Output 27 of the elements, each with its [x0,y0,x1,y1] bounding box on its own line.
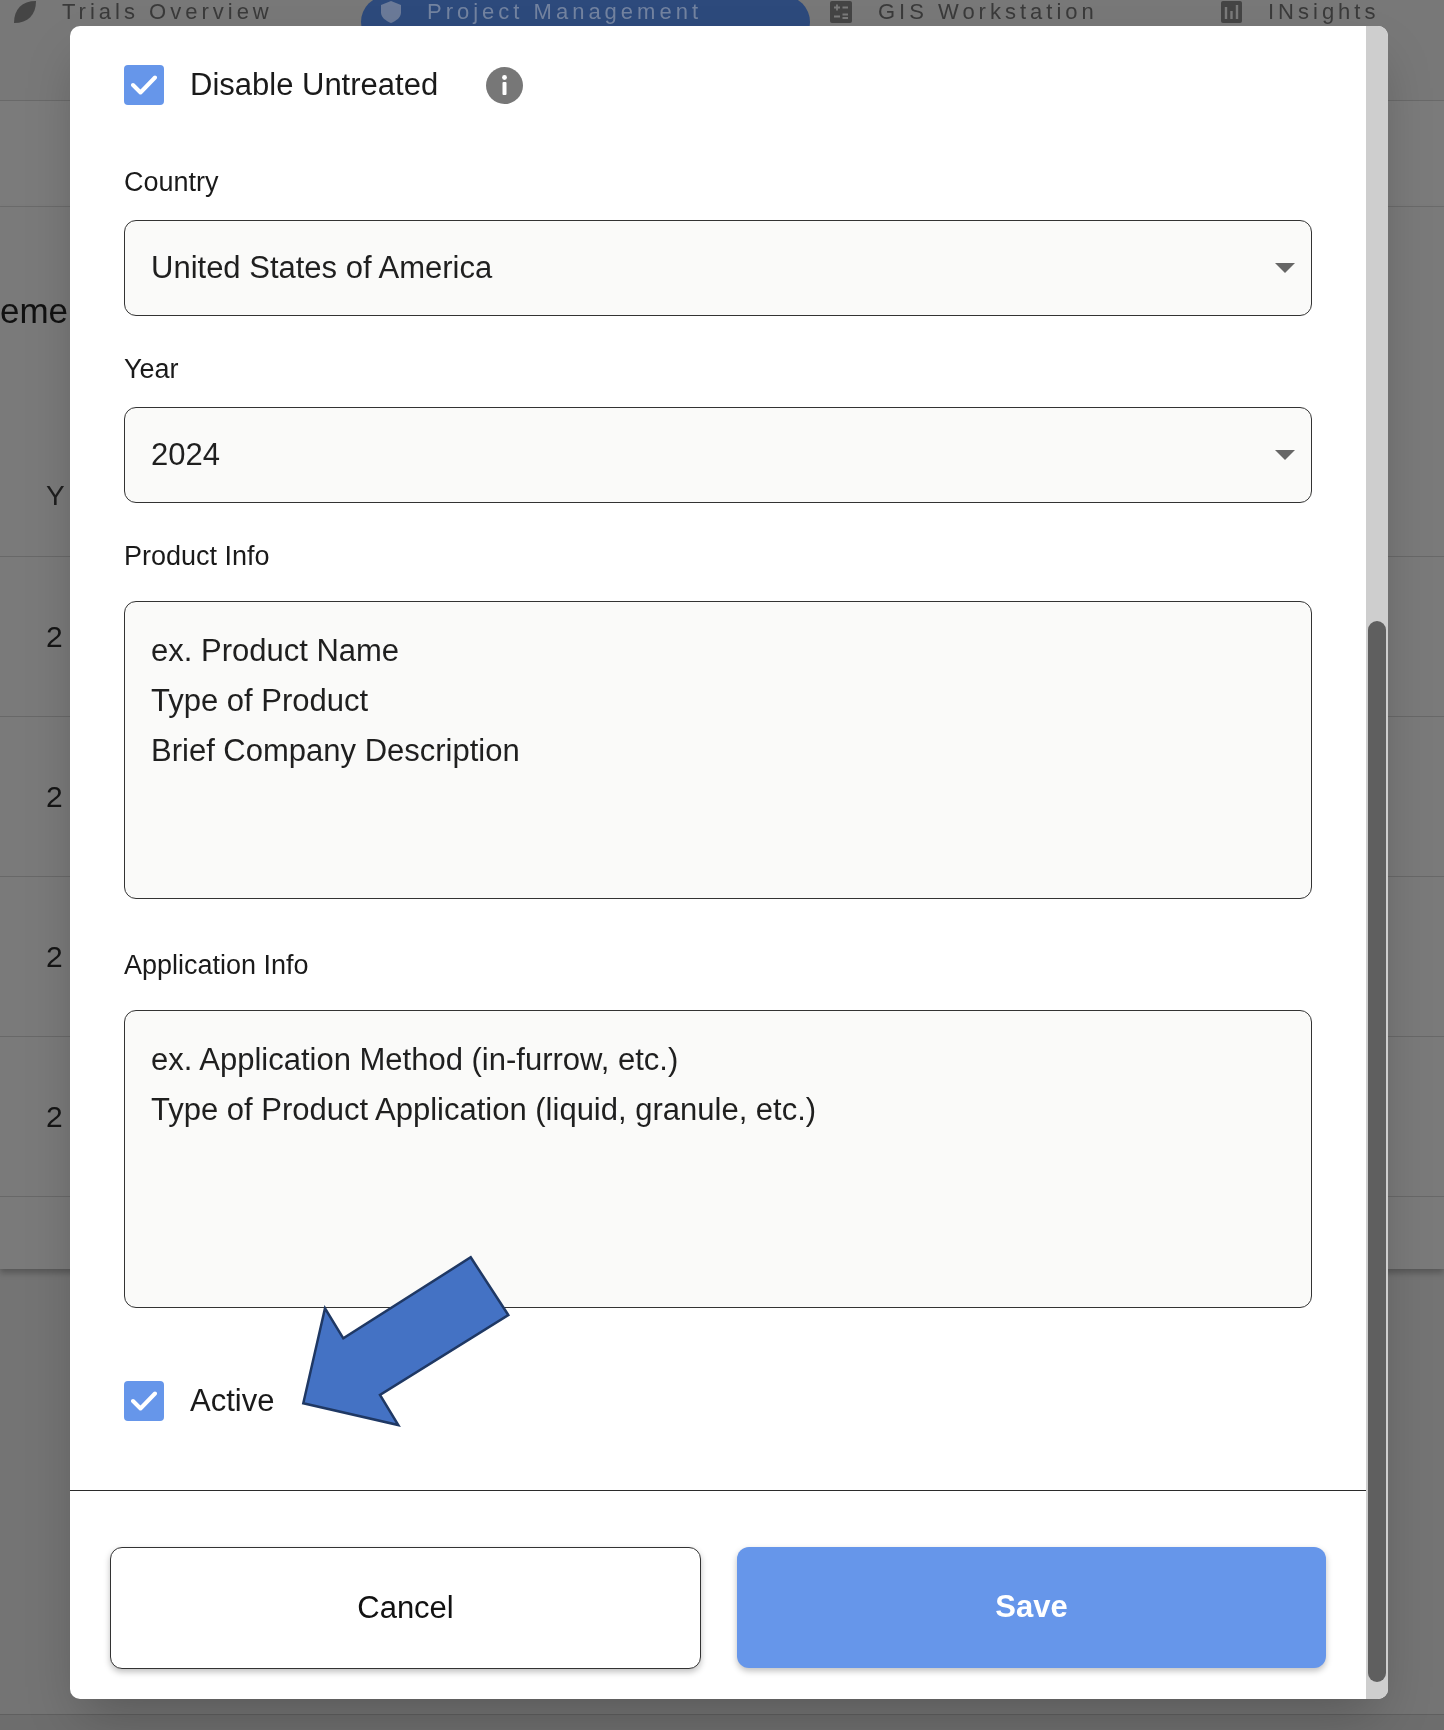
field-label: Year [124,353,179,385]
field-label: Product Info [124,540,270,572]
checkbox-label[interactable]: Active [190,1382,275,1420]
table-cell: 2 [46,938,63,975]
table-cell: 2 [46,618,63,655]
cancel-button[interactable]: Cancel [110,1547,701,1669]
checkbox[interactable] [124,1381,164,1421]
dropdown-select[interactable]: United States of America [124,220,1312,316]
textarea-field[interactable]: ex. Product Name Type of Product Brief Company Description [124,601,1312,899]
checkbox[interactable] [124,65,164,105]
scrollbar-thumb[interactable] [1368,621,1386,1682]
column-header: Y [46,479,65,513]
caret-icon [1275,263,1295,273]
leaf-icon [14,1,36,23]
dropdown-select[interactable]: 2024 [124,407,1312,503]
shield-icon [381,1,401,23]
checkbox-label[interactable]: Disable Untreated [190,66,439,104]
field-label: Application Info [124,949,309,981]
table-cell: 2 [46,1098,63,1135]
textarea-field[interactable]: ex. Application Method (in-furrow, etc.) Type of Product Application (liquid, granule, etc.) [124,1010,1312,1308]
table-cell: 2 [46,778,63,815]
field-label: Country [124,166,219,198]
checkmark-icon [131,75,157,95]
info-icon[interactable] [486,66,524,104]
caret-icon [1275,450,1295,460]
page-heading: eme [0,290,69,332]
checkmark-icon [131,1391,157,1411]
